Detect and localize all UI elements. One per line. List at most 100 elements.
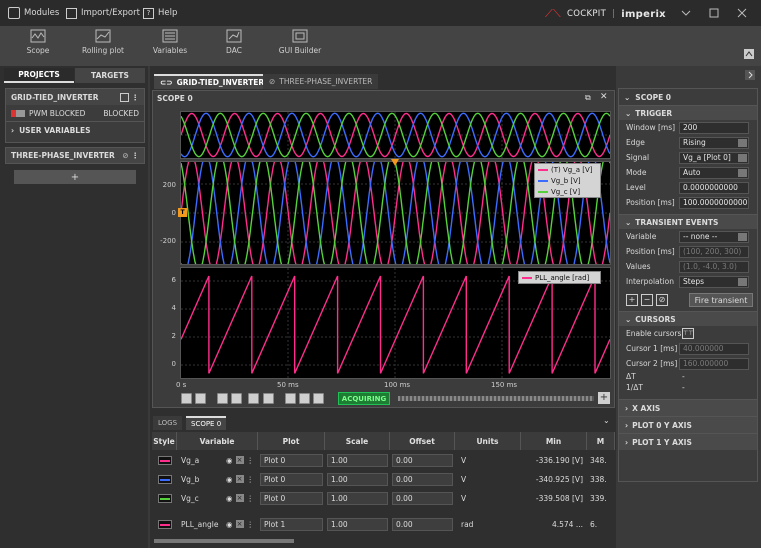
tab-targets[interactable]: TARGETS — [75, 68, 145, 83]
close-icon[interactable]: ✕ — [600, 92, 608, 102]
plot-select[interactable]: Plot 1 — [260, 518, 323, 531]
col-plot[interactable]: Plot — [258, 432, 325, 450]
ribbon-dac-button[interactable]: DAC — [204, 29, 264, 63]
close-icon[interactable] — [736, 7, 748, 19]
import-export-menu[interactable]: Import/Export — [66, 6, 140, 20]
expand-icon[interactable]: ⧉ — [585, 93, 591, 103]
tab-grid-tied-inverter[interactable]: ⊂⊃ GRID-TIED_INVERTER — [154, 74, 271, 89]
enable-cursors-toggle[interactable]: ⊤⊤ — [682, 328, 694, 339]
plot-select[interactable]: Plot 0 — [260, 454, 323, 467]
tab-projects[interactable]: PROJECTS — [4, 68, 74, 83]
style-swatch[interactable] — [157, 456, 172, 465]
collapse-right-panel-icon[interactable] — [745, 70, 755, 80]
tab-three-phase-inverter[interactable]: ⊘ THREE-PHASE_INVERTER — [263, 74, 379, 89]
more-icon[interactable]: ⋮ — [247, 456, 255, 465]
single-shot-button[interactable] — [195, 393, 206, 404]
tab-logs[interactable]: LOGS — [153, 416, 183, 430]
style-swatch[interactable] — [157, 475, 172, 484]
help-menu[interactable]: ? Help — [143, 6, 177, 20]
remove-variable-icon[interactable]: × — [235, 494, 244, 502]
cursor-tool-button[interactable] — [285, 393, 296, 404]
pwm-toggle-icon[interactable] — [11, 109, 25, 117]
col-max[interactable]: M — [587, 432, 615, 450]
plot-select[interactable]: Plot 0 — [260, 473, 323, 486]
zoom-vertical-button[interactable] — [248, 393, 259, 404]
col-offset[interactable]: Offset — [390, 432, 455, 450]
plot-select[interactable]: Plot 0 — [260, 492, 323, 505]
transient-values-input[interactable]: (1.0, -4.0, 3.0) — [679, 260, 749, 273]
visibility-icon[interactable]: ◉ — [226, 475, 233, 484]
cursor1-input[interactable]: 40.000000 — [679, 342, 749, 355]
trigger-section-header[interactable]: ⌄ TRIGGER — [619, 105, 757, 120]
fire-transient-button[interactable]: Fire transient — [689, 293, 753, 307]
scale-input[interactable]: 1.00 — [327, 454, 388, 467]
modules-menu[interactable]: Modules — [8, 6, 59, 20]
cursors-section-header[interactable]: ⌄ CURSORS — [619, 311, 757, 326]
cursor2-input[interactable]: 160.000000 — [679, 357, 749, 370]
style-swatch[interactable] — [157, 520, 172, 529]
visibility-icon[interactable]: ◉ — [226, 456, 233, 465]
chevron-down-icon[interactable] — [680, 7, 692, 19]
offset-input[interactable]: 0.00 — [392, 518, 453, 531]
add-plot-button[interactable]: + — [598, 392, 610, 404]
ribbon-gui-builder-button[interactable]: GUI Builder — [270, 29, 330, 63]
col-variable[interactable]: Variable — [177, 432, 258, 450]
more-icon[interactable]: ⋮ — [247, 494, 255, 503]
table-row[interactable]: Vg_a ◉ × ⋮ Plot 0 1.00 0.00 V -336.190 [V] 348. — [152, 451, 615, 470]
col-style[interactable]: Style — [152, 432, 177, 450]
collapse-ribbon-icon[interactable] — [744, 49, 754, 59]
add-transient-button[interactable]: + — [626, 294, 638, 306]
style-swatch[interactable] — [157, 494, 172, 503]
plot-layout-button[interactable] — [299, 393, 310, 404]
remove-variable-icon[interactable]: × — [235, 520, 244, 528]
offset-input[interactable]: 0.00 — [392, 492, 453, 505]
plot-0-overview[interactable] — [180, 111, 611, 159]
transient-position-input[interactable]: (100, 200, 300) — [679, 245, 749, 258]
mode-select[interactable]: Auto — [679, 166, 749, 179]
stop-button[interactable] — [181, 393, 192, 404]
visibility-icon[interactable]: ◉ — [226, 520, 233, 529]
restore-window-icon[interactable] — [708, 7, 720, 19]
zoom-horizontal-button[interactable] — [231, 393, 242, 404]
more-icon[interactable]: ⋮ — [247, 520, 255, 529]
trigger-level-marker[interactable]: T — [178, 208, 187, 217]
level-input[interactable]: 0.0000000000 — [679, 181, 749, 194]
ribbon-scope-button[interactable]: Scope — [8, 29, 68, 63]
edge-select[interactable]: Rising — [679, 136, 749, 149]
col-min[interactable]: Min — [521, 432, 587, 450]
more-icon[interactable]: ⋮ — [132, 151, 140, 160]
chevron-down-icon[interactable]: ⌄ — [603, 416, 610, 425]
offset-input[interactable]: 0.00 — [392, 473, 453, 486]
signal-select[interactable]: Vg_a [Plot 0] — [679, 151, 749, 164]
visibility-icon[interactable]: ◉ — [226, 494, 233, 503]
project-card-three-phase[interactable]: THREE-PHASE_INVERTER ⊘ ⋮ — [5, 147, 145, 164]
table-row[interactable]: Vg_b ◉ × ⋮ Plot 0 1.00 0.00 V -340.925 [V] 338. — [152, 470, 615, 489]
ribbon-variables-button[interactable]: Variables — [140, 29, 200, 63]
remove-transient-button[interactable]: − — [641, 294, 653, 306]
scale-input[interactable]: 1.00 — [327, 473, 388, 486]
more-icon[interactable]: ⋮ — [132, 93, 140, 102]
window-input[interactable]: 200 — [679, 121, 749, 134]
x-axis-section-header[interactable]: › X AXIS — [619, 399, 757, 416]
project-name[interactable]: GRID-TIED_INVERTER — [11, 93, 99, 102]
col-units[interactable]: Units — [455, 432, 521, 450]
scale-input[interactable]: 1.00 — [327, 518, 388, 531]
trigger-position-input[interactable]: 100.0000000000 — [679, 196, 749, 209]
table-row[interactable]: PLL_angle ◉ × ⋮ Plot 1 1.00 0.00 rad 4.574 ... 6. — [152, 515, 615, 534]
add-project-button[interactable]: + — [14, 170, 136, 184]
offset-input[interactable]: 0.00 — [392, 454, 453, 467]
ribbon-rolling-plot-button[interactable]: Rolling plot — [73, 29, 133, 63]
transient-section-header[interactable]: ⌄ TRANSIENT EVENTS — [619, 214, 757, 229]
hide-transient-icon[interactable]: ⊘ — [656, 294, 668, 306]
plot-settings-button[interactable] — [313, 393, 324, 404]
remove-variable-icon[interactable]: × — [235, 475, 244, 483]
zoom-fit-button[interactable] — [217, 393, 228, 404]
more-icon[interactable]: ⋮ — [247, 475, 255, 484]
transient-variable-select[interactable]: -- none -- — [679, 230, 749, 243]
interpolation-select[interactable]: Steps — [679, 275, 749, 288]
plot1-y-axis-section-header[interactable]: › PLOT 1 Y AXIS — [619, 433, 757, 450]
scale-input[interactable]: 1.00 — [327, 492, 388, 505]
table-row[interactable]: Vg_c ◉ × ⋮ Plot 0 1.00 0.00 V -339.508 [V] 339. — [152, 489, 615, 508]
horizontal-scrollbar[interactable] — [154, 539, 294, 543]
tab-scope-0[interactable]: SCOPE 0 — [186, 416, 227, 430]
